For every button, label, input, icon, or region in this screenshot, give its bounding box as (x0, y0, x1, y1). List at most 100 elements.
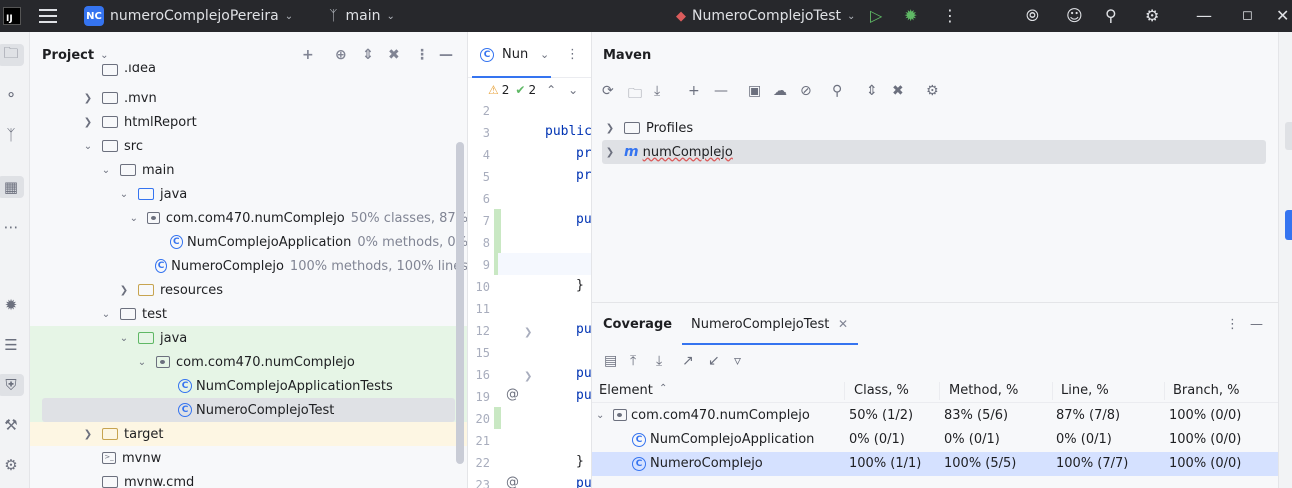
hide-panel-icon[interactable]: — (1250, 317, 1263, 332)
run-icon[interactable]: ▷ (870, 6, 882, 26)
options-icon[interactable]: ⋮ (415, 47, 429, 63)
tree-item-mvnw-cmd[interactable]: mvnw.cmd (30, 470, 467, 488)
chevron-down-icon[interactable]: ⌄ (134, 357, 150, 368)
maven-item-profiles[interactable]: ❯ Profiles (602, 116, 1266, 140)
services-icon[interactable]: ⚙ (0, 454, 22, 476)
run-config-selector[interactable]: NumeroComplejoTest (692, 8, 841, 24)
commit-icon[interactable]: ⚬ (0, 84, 22, 106)
ai-assistant-icon[interactable]: ⦾ (1026, 6, 1039, 26)
chevron-down-icon[interactable]: ⌄ (98, 309, 114, 320)
pull-requests-icon[interactable]: ᛉ (0, 124, 22, 146)
annotation-icon[interactable]: @ (506, 475, 519, 488)
debug-icon[interactable]: ✹ (904, 6, 917, 26)
warning-icon[interactable]: ⚠ (488, 83, 499, 97)
chevron-right-icon[interactable]: ❯ (116, 285, 132, 296)
project-panel-title[interactable]: Project (42, 48, 94, 63)
column-element[interactable]: Element (599, 383, 653, 398)
column-line[interactable]: Line, % (1061, 383, 1109, 398)
chevron-right-icon[interactable]: ❯ (80, 93, 96, 104)
chevron-right-icon[interactable]: ❯ (602, 147, 618, 158)
tree-item-src[interactable]: ⌄ src (30, 134, 467, 158)
maximize-icon[interactable]: ◻ (1242, 6, 1253, 26)
show-dependencies-icon[interactable]: ⚲ (832, 83, 842, 99)
hide-panel-icon[interactable]: — (439, 47, 453, 63)
tree-item-test-package[interactable]: ⌄ com.com470.numComplejo (30, 350, 467, 374)
tabs-chevron-icon[interactable]: ⌄ (540, 48, 549, 61)
maven-settings-icon[interactable]: ⚙ (926, 83, 939, 99)
navigate-down-icon[interactable]: ⤓ (656, 353, 662, 369)
autoscroll-to-source-icon[interactable]: ↗ (682, 353, 694, 369)
fold-icon[interactable]: ❯ (524, 371, 532, 382)
run-maven-goal-icon[interactable]: ▣ (748, 83, 761, 99)
chevron-right-icon[interactable]: ❯ (80, 429, 96, 440)
previous-highlight-icon[interactable]: ⌃ (546, 83, 556, 97)
project-tool-icon[interactable]: 🗀 (0, 44, 24, 66)
more-actions-icon[interactable]: ⋮ (942, 6, 958, 26)
add-icon[interactable]: + (302, 47, 314, 63)
coverage-row[interactable]: ⌄ com.com470.numComplejo 50% (1/2) 83% (… (592, 404, 1278, 428)
build-hammer-icon[interactable]: ⚒ (0, 414, 22, 436)
chevron-down-icon[interactable]: ⌄ (80, 141, 96, 152)
tree-item-main-package[interactable]: ⌄ com.com470.numComplejo 50% classes, 87% (30, 206, 467, 230)
tree-item-test-java[interactable]: ⌄ java (30, 326, 467, 350)
close-icon[interactable]: ✕ (1276, 6, 1289, 26)
branch-selector[interactable]: main (345, 8, 380, 24)
expand-all-icon[interactable]: ⇕ (866, 83, 878, 99)
coverage-row[interactable]: C NumComplejoApplication 0% (0/1) 0% (0/… (592, 428, 1278, 452)
column-method[interactable]: Method, % (949, 383, 1018, 398)
search-icon[interactable]: ⚲ (1105, 6, 1117, 26)
maven-item-project[interactable]: ❯ m numComplejo (602, 140, 1266, 164)
add-icon[interactable]: + (688, 83, 700, 99)
notifications-tool-icon[interactable] (1285, 122, 1292, 150)
tree-item-mvn[interactable]: ❯ .mvn (30, 86, 467, 110)
skip-tests-icon[interactable]: ⊘ (800, 83, 812, 99)
minimize-icon[interactable]: — (1196, 6, 1212, 26)
tree-item-test[interactable]: ⌄ test (30, 302, 467, 326)
tree-item-mvnw[interactable]: >_ mvnw (30, 446, 467, 470)
tree-item-main-java[interactable]: ⌄ java (30, 182, 467, 206)
collapse-all-icon[interactable]: ✖ (388, 47, 400, 63)
tree-item-htmlreport[interactable]: ❯ htmlReport (30, 110, 467, 134)
remove-icon[interactable]: — (714, 83, 728, 99)
tree-item-numcomplejoapplication[interactable]: C NumComplejoApplication 0% methods, 0% (30, 230, 467, 254)
coverage-shield-icon[interactable]: ⛨ (0, 374, 24, 396)
expand-all-icon[interactable]: ⇕ (362, 47, 374, 63)
tree-item-target[interactable]: ❯ target (30, 422, 467, 446)
coverage-row[interactable]: C NumeroComplejo 100% (1/1) 100% (5/5) 1… (592, 452, 1278, 476)
tree-item-numerocomplejo[interactable]: C NumeroComplejo 100% methods, 100% lines (30, 254, 467, 278)
chevron-right-icon[interactable]: ❯ (80, 117, 96, 128)
debug-tool-icon[interactable]: ✹ (0, 294, 22, 316)
filter-icon[interactable]: ▿ (734, 353, 741, 369)
chevron-down-icon[interactable]: ⌄ (126, 213, 141, 224)
chevron-down-icon[interactable]: ⌄ (116, 189, 132, 200)
structure-icon[interactable]: ▦ (0, 176, 24, 198)
editor-tab[interactable]: Nun (502, 47, 528, 62)
tree-item-numcomplejoapplicationtests[interactable]: C NumComplejoApplicationTests (30, 374, 467, 398)
fold-icon[interactable]: ❯ (524, 327, 532, 338)
close-tab-icon[interactable]: ✕ (838, 317, 848, 331)
add-user-icon[interactable]: ☺ (1066, 6, 1083, 26)
chevron-down-icon[interactable]: ⌄ (285, 11, 293, 22)
column-class[interactable]: Class, % (854, 383, 909, 398)
collapse-all-icon[interactable]: ✖ (892, 83, 904, 99)
main-menu-icon[interactable] (39, 9, 57, 23)
chevron-down-icon[interactable]: ⌄ (98, 165, 114, 176)
more-tools-icon[interactable]: ⋯ (0, 216, 22, 238)
intellij-logo-icon[interactable]: IJ (3, 7, 21, 25)
project-selector[interactable]: numeroComplejoPereira (110, 8, 279, 24)
tree-item-numerocomplejotest[interactable]: C NumeroComplejoTest (42, 398, 455, 422)
maven-tool-icon[interactable] (1285, 210, 1292, 240)
navigate-up-icon[interactable]: ⤒ (630, 353, 636, 369)
project-scrollbar[interactable] (456, 142, 464, 464)
options-icon[interactable]: ⋮ (1226, 317, 1239, 332)
annotation-icon[interactable]: @ (506, 387, 519, 402)
reload-icon[interactable]: ⟳ (602, 83, 614, 99)
chevron-down-icon[interactable]: ⌄ (847, 11, 855, 22)
autoscroll-from-source-icon[interactable]: ↙ (708, 353, 720, 369)
locate-icon[interactable]: ⊕ (335, 47, 347, 63)
flatten-packages-icon[interactable]: ▤ (604, 353, 617, 369)
next-highlight-icon[interactable]: ⌄ (568, 83, 578, 97)
tree-item-idea[interactable]: .idea (30, 64, 467, 76)
column-branch[interactable]: Branch, % (1173, 383, 1239, 398)
tree-item-main[interactable]: ⌄ main (30, 158, 467, 182)
